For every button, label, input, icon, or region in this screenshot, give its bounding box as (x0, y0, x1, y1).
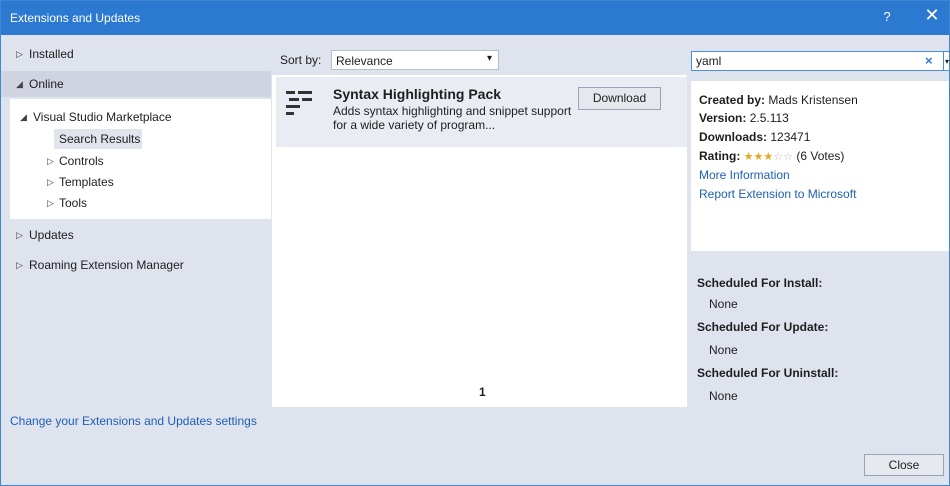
chevron-down-icon: ▾ (486, 53, 492, 64)
expand-arrow-icon: ▷ (47, 156, 54, 166)
downloads-row: Downloads: 123471 (699, 130, 810, 144)
version-label: Version: (699, 111, 747, 125)
nav-item-updates[interactable]: ▷ Updates (1, 222, 271, 248)
created-by-value: Mads Kristensen (768, 93, 858, 107)
nav-item-label: Controls (59, 154, 104, 168)
expand-arrow-icon: ▷ (16, 260, 23, 270)
nav-item-installed[interactable]: ▷ Installed (1, 41, 271, 67)
scheduled-install-label: Scheduled For Install: (697, 276, 823, 290)
collapse-arrow-icon: ◢ (16, 79, 23, 89)
result-description: Adds syntax highlighting and snippet sup… (333, 104, 572, 132)
nav-item-label: Updates (29, 228, 74, 242)
downloads-value: 123471 (770, 130, 811, 144)
sort-bar: Sort by: Relevance ▾ (272, 35, 687, 75)
nav-item-roaming[interactable]: ▷ Roaming Extension Manager (1, 252, 271, 278)
nav-item-label: Templates (59, 175, 114, 189)
nav-item-templates[interactable]: ▷ Templates (44, 172, 164, 192)
scheduled-update-label: Scheduled For Update: (697, 320, 829, 334)
nav-item-label: Visual Studio Marketplace (33, 110, 172, 124)
search-dropdown-icon[interactable]: ▾ (944, 51, 949, 71)
more-information-link[interactable]: More Information (699, 168, 790, 182)
expand-arrow-icon: ▷ (47, 177, 54, 187)
expand-arrow-icon: ▷ (47, 198, 54, 208)
nav-item-label: Tools (59, 196, 88, 210)
scheduled-install-value: None (709, 297, 738, 311)
result-name: Syntax Highlighting Pack (333, 86, 502, 102)
results-pane: Sort by: Relevance ▾ Syntax Highlighting… (272, 35, 687, 407)
created-by-label: Created by: (699, 93, 766, 107)
extension-lines-icon (286, 91, 312, 115)
nav-item-label: Roaming Extension Manager (29, 258, 184, 272)
online-subtree: ◢ Visual Studio Marketplace Search Resul… (10, 99, 271, 219)
expand-arrow-icon: ▷ (16, 49, 23, 59)
window-title: Extensions and Updates (10, 11, 141, 25)
nav-item-marketplace[interactable]: ◢ Visual Studio Marketplace (10, 107, 271, 127)
details-pane: yaml × ▾ Created by: Mads Kristensen Ver… (689, 35, 949, 407)
page-number[interactable]: 1 (479, 385, 486, 399)
downloads-label: Downloads: (699, 130, 767, 144)
close-button[interactable]: Close (864, 454, 944, 476)
clear-search-icon[interactable]: × (925, 53, 933, 68)
nav-item-tools[interactable]: ▷ Tools (44, 193, 164, 213)
rating-votes: (6 Votes) (796, 149, 845, 163)
version-value: 2.5.113 (749, 111, 789, 125)
nav-item-online[interactable]: ◢ Online (1, 71, 271, 97)
sort-label: Sort by: (280, 53, 322, 67)
search-input[interactable]: yaml × (691, 51, 944, 71)
rating-label: Rating: (699, 149, 741, 163)
nav-item-search-results[interactable]: Search Results (54, 129, 142, 149)
title-bar: Extensions and Updates ? ✕ (1, 1, 949, 35)
nav-item-label: Online (29, 77, 64, 91)
help-button[interactable]: ? (879, 9, 895, 24)
nav-item-label: Installed (29, 47, 74, 61)
scheduled-uninstall-label: Scheduled For Uninstall: (697, 366, 839, 380)
sort-value: Relevance (336, 54, 393, 68)
collapse-arrow-icon: ◢ (20, 112, 27, 122)
extensions-window: Extensions and Updates ? ✕ ▷ Installed ◢… (0, 0, 950, 486)
search-value: yaml (696, 54, 722, 68)
scheduled-uninstall-value: None (709, 389, 738, 403)
nav-pane: ▷ Installed ◢ Online ◢ Visual Studio Mar… (1, 35, 271, 407)
result-item[interactable]: Syntax Highlighting Pack Adds syntax hig… (276, 77, 687, 147)
expand-arrow-icon: ▷ (16, 230, 23, 240)
rating-row: Rating: ★★★☆☆ (6 Votes) (699, 149, 844, 163)
sort-dropdown[interactable]: Relevance ▾ (331, 50, 499, 70)
version-row: Version: 2.5.113 (699, 111, 789, 125)
created-by-row: Created by: Mads Kristensen (699, 93, 858, 107)
report-extension-link[interactable]: Report Extension to Microsoft (699, 187, 856, 201)
download-button[interactable]: Download (578, 87, 661, 110)
nav-item-controls[interactable]: ▷ Controls (44, 151, 164, 171)
settings-link[interactable]: Change your Extensions and Updates setti… (10, 414, 257, 428)
extension-details: Created by: Mads Kristensen Version: 2.5… (691, 81, 949, 251)
nav-item-label: Search Results (59, 132, 141, 146)
rating-stars: ★★★☆☆ (743, 151, 793, 163)
close-window-icon[interactable]: ✕ (923, 6, 941, 24)
scheduled-update-value: None (709, 343, 738, 357)
